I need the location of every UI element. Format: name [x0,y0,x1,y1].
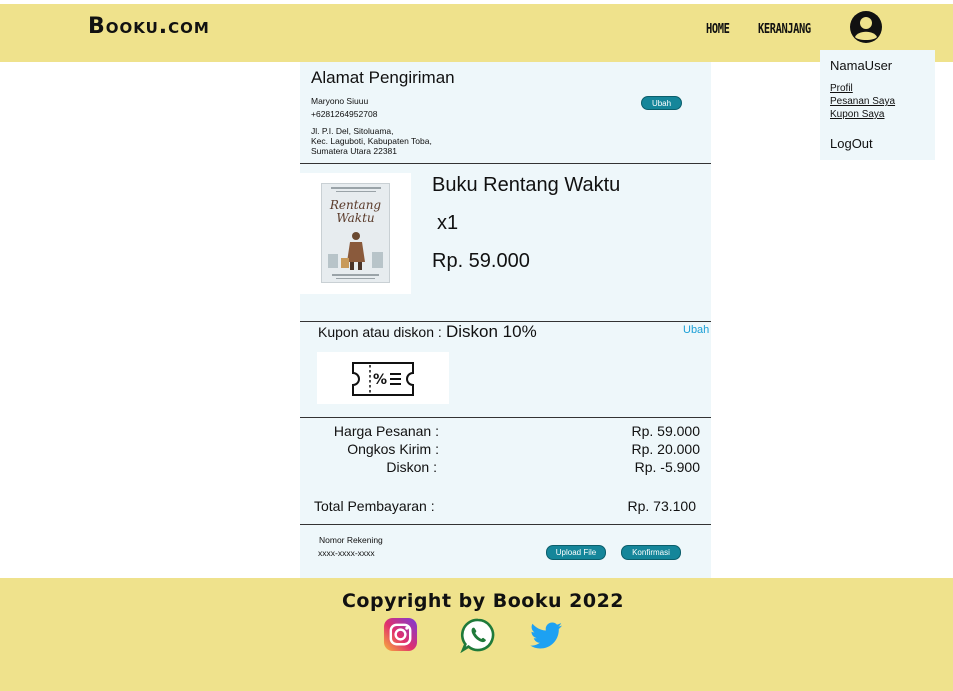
footer-copyright: Copyright by Booku 2022 [341,590,625,612]
address-section-title: Alamat Pengiriman [311,68,455,87]
book-cover-illustration [328,232,383,270]
discount-label: Diskon : [386,459,437,475]
order-price-value: Rp. 59.000 [631,423,701,439]
dropdown-orders-link[interactable]: Pesanan Saya [830,96,895,107]
order-price-label: Harga Pesanan : [333,423,439,439]
dropdown-profile-link[interactable]: Profil [830,83,853,94]
instagram-icon[interactable] [383,617,418,652]
dropdown-logout-link[interactable]: LogOut [830,136,873,151]
nav-home-link[interactable]: HOME [706,22,730,37]
nav-cart-link[interactable]: KERANJANG [758,22,811,37]
confirm-button[interactable]: Konfirmasi [621,545,681,560]
product-title: Buku Rentang Waktu [432,174,621,196]
account-number-value: xxxx-xxxx-xxxx [318,548,375,558]
twitter-icon[interactable] [528,617,564,653]
recipient-name: Maryono Siuuu [311,96,369,106]
discount-value: Rp. -5.900 [634,459,700,475]
edit-coupon-link[interactable]: Ubah [683,324,709,336]
divider [300,524,711,525]
recipient-phone: +6281264952708 [311,109,378,119]
coupon-value: Diskon 10% [446,322,537,341]
total-payment-label: Total Pembayaran : [314,498,435,514]
coupon-ticket-icon: % [352,362,414,396]
book-cover-title-line-2: Waktu [336,211,375,225]
divider [300,417,711,418]
upload-file-button[interactable]: Upload File [546,545,606,560]
product-price: Rp. 59.000 [432,250,530,272]
site-logo[interactable]: Booku.com [88,14,210,39]
user-avatar-icon[interactable] [849,10,883,44]
product-quantity: x1 [437,212,459,234]
address-line-1: Jl. P.I. Del, Sitoluama, [311,126,394,136]
edit-address-button[interactable]: Ubah [641,96,682,110]
address-line-2: Kec. Laguboti, Kabupaten Toba, [311,136,432,146]
book-cover-title-line-1: Rentang [329,198,382,212]
total-payment-value: Rp. 73.100 [627,498,697,514]
dropdown-username: NamaUser [830,58,893,73]
user-dropdown-menu: NamaUser Profil Pesanan Saya Kupon Saya … [820,50,935,160]
address-line-3: Sumatera Utara 22381 [311,146,397,156]
dropdown-coupons-link[interactable]: Kupon Saya [830,109,885,120]
book-cover-title: Rentang Waktu [322,199,389,225]
svg-text:%: % [373,372,387,388]
divider [300,163,711,164]
account-number-label: Nomor Rekening [319,535,383,545]
shipping-cost-value: Rp. 20.000 [631,441,701,457]
book-cover-image: Rentang Waktu [321,183,390,283]
whatsapp-icon[interactable] [460,617,496,653]
coupon-label: Kupon atau diskon : [318,324,442,340]
shipping-cost-label: Ongkos Kirim : [347,441,439,457]
